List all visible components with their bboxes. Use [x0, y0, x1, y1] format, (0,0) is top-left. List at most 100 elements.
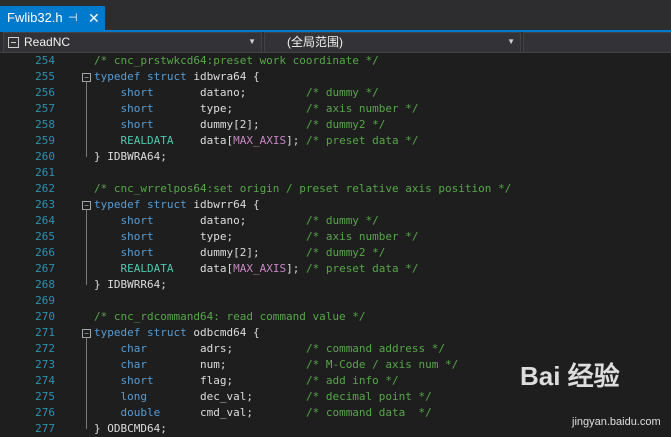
code-token: short: [120, 214, 154, 227]
code-token: /* dummy */: [305, 214, 379, 227]
code-token: /* M-Code / axis num */: [305, 358, 459, 371]
code-text: /* cnc_rdcommand64: read command value *…: [94, 309, 366, 325]
chevron-down-icon: ▼: [248, 37, 256, 46]
member-dropdown[interactable]: [523, 32, 671, 53]
code-token: idbwra64 {: [193, 70, 260, 83]
tab-fwlib32[interactable]: Fwlib32.h ⊣ ✕: [0, 6, 105, 30]
scope-dropdown[interactable]: (全局范围) ▼: [264, 32, 521, 53]
line-number: 259: [35, 134, 55, 147]
code-text: short datano; /* dummy */: [94, 85, 379, 101]
line-number: 275: [35, 390, 55, 403]
code-token: } ODBCMD64;: [94, 422, 167, 435]
line-number: 263: [35, 198, 55, 211]
code-token: ];: [286, 262, 306, 275]
code-token: typedef struct: [94, 326, 194, 339]
code-line: 272 char adrs; /* command address */: [0, 341, 671, 357]
code-line: 270 /* cnc_rdcommand64: read command valu…: [0, 309, 671, 325]
code-token: /* preset data */: [305, 262, 419, 275]
code-line: 257 short type; /* axis number */: [0, 101, 671, 117]
code-token: REALDATA: [120, 134, 174, 147]
code-token: dummy[2];: [153, 118, 306, 131]
code-token: } IDBWRA64;: [94, 150, 167, 163]
code-token: /* command data */: [305, 406, 432, 419]
code-line: 254 /* cnc_prstwkcd64:preset work coordin…: [0, 53, 671, 69]
code-line: 264 short datano; /* dummy */: [0, 213, 671, 229]
line-number: 264: [35, 214, 55, 227]
code-token: char: [120, 342, 148, 355]
code-text: } IDBWRA64;: [94, 149, 167, 165]
code-token: } IDBWRR64;: [94, 278, 167, 291]
document-tab-strip: Fwlib32.h ⊣ ✕: [0, 0, 671, 30]
code-token: short: [120, 86, 154, 99]
fold-guide: [86, 81, 87, 157]
line-number: 270: [35, 310, 55, 323]
line-number: 266: [35, 246, 55, 259]
code-token: MAX_AXIS: [233, 134, 287, 147]
code-token: cmd_val;: [160, 406, 306, 419]
code-text: /* cnc_prstwkcd64:preset work coordinate…: [94, 53, 379, 69]
code-token: /* decimal point */: [305, 390, 432, 403]
watermark-logo: Bai 经验: [520, 361, 620, 391]
code-token: short: [120, 118, 154, 131]
code-line: 266 short dummy[2]; /* dummy2 */: [0, 245, 671, 261]
code-token: MAX_AXIS: [233, 262, 287, 275]
code-token: data[: [173, 262, 234, 275]
code-token: data[: [173, 134, 234, 147]
code-token: /* dummy */: [305, 86, 379, 99]
line-number: 254: [35, 54, 55, 67]
line-number: 256: [35, 86, 55, 99]
code-token: typedef struct: [94, 198, 194, 211]
code-token: ];: [286, 134, 306, 147]
tab-title: Fwlib32.h: [7, 10, 63, 25]
baidu-watermark: Bai 经验 jingyan.baidu.com: [520, 356, 670, 436]
code-token: typedef struct: [94, 70, 194, 83]
code-token: /* dummy2 */: [305, 246, 386, 259]
code-token: short: [120, 230, 154, 243]
line-number: 265: [35, 230, 55, 243]
code-line: 258 short dummy[2]; /* dummy2 */: [0, 117, 671, 133]
code-text: REALDATA data[MAX_AXIS]; /* preset data …: [94, 133, 419, 149]
code-line: 262 /* cnc_wrrelpos64:set origin / preset…: [0, 181, 671, 197]
code-token: num;: [147, 358, 306, 371]
pin-icon[interactable]: ⊣: [68, 6, 78, 30]
code-text: double cmd_val; /* command data */: [94, 405, 432, 421]
code-token: /* command address */: [305, 342, 446, 355]
code-line: 261: [0, 165, 671, 181]
line-number: 267: [35, 262, 55, 275]
code-token: long: [120, 390, 148, 403]
code-token: double: [120, 406, 161, 419]
line-number: 276: [35, 406, 55, 419]
watermark-url: jingyan.baidu.com: [572, 416, 661, 428]
code-line: 267 REALDATA data[MAX_AXIS]; /* preset d…: [0, 261, 671, 277]
code-token: /* cnc_rdcommand64: read command value *…: [94, 310, 366, 323]
project-dropdown-label: ReadNC: [24, 35, 71, 49]
project-dropdown[interactable]: ReadNC ▼: [3, 32, 262, 53]
line-number: 273: [35, 358, 55, 371]
code-text: char adrs; /* command address */: [94, 341, 446, 357]
code-token: dec_val;: [147, 390, 306, 403]
code-token: char: [120, 358, 148, 371]
code-text: short type; /* axis number */: [94, 229, 419, 245]
code-token: short: [120, 102, 154, 115]
code-line: 259 REALDATA data[MAX_AXIS]; /* preset d…: [0, 133, 671, 149]
code-line: 268} IDBWRR64;: [0, 277, 671, 293]
code-text: short flag; /* add info */: [94, 373, 399, 389]
navigation-bar: ReadNC ▼ (全局范围) ▼: [0, 32, 671, 53]
code-token: adrs;: [147, 342, 306, 355]
code-token: dummy[2];: [153, 246, 306, 259]
close-icon[interactable]: ✕: [88, 6, 100, 30]
line-number: 257: [35, 102, 55, 115]
code-token: /* dummy2 */: [305, 118, 386, 131]
code-token: /* axis number */: [305, 230, 419, 243]
code-token: /* axis number */: [305, 102, 419, 115]
line-number: 262: [35, 182, 55, 195]
line-number: 269: [35, 294, 55, 307]
